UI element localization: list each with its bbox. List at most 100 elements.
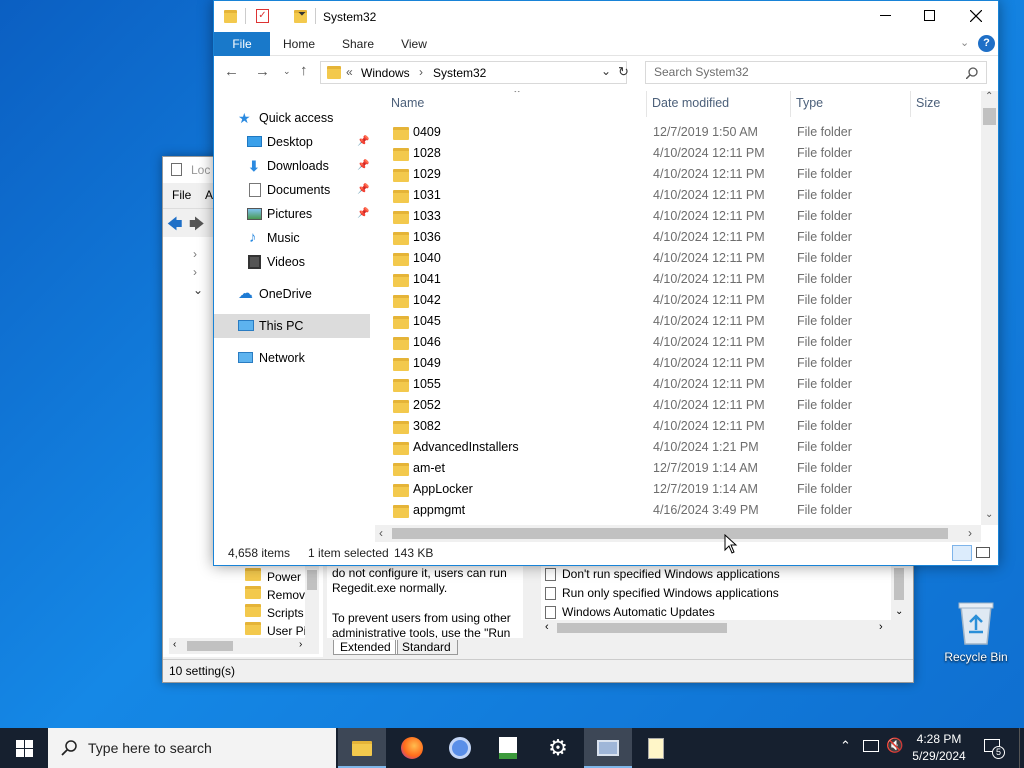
taskbar-spreadsheet[interactable] [484, 728, 532, 768]
vertical-scrollbar[interactable]: ⌃ ⌄ [981, 91, 998, 525]
title-bar[interactable]: ✓ ⏷ System32 [214, 1, 998, 32]
file-row[interactable]: 1042 4/10/2024 12:11 PM File folder [382, 290, 982, 311]
file-row[interactable]: 2052 4/10/2024 12:11 PM File folder [382, 395, 982, 416]
tree-expand-icon[interactable]: › [193, 265, 197, 279]
scroll-left-icon[interactable]: ‹ [379, 526, 383, 540]
recent-locations-icon[interactable]: ⌄ [283, 66, 291, 77]
nav-pictures[interactable]: Pictures 📌 [214, 202, 374, 226]
column-name[interactable]: Name [391, 96, 424, 110]
volume-muted-icon[interactable]: 🔇 [886, 737, 903, 754]
taskbar-settings[interactable]: ⚙ [534, 728, 582, 768]
forward-icon[interactable]: → [255, 63, 270, 80]
taskbar-firefox[interactable] [388, 728, 436, 768]
file-row[interactable]: 3082 4/10/2024 12:11 PM File folder [382, 416, 982, 437]
bg-settings-scroll-h[interactable]: ‹ › [541, 620, 899, 636]
scroll-down-icon[interactable]: ⌄ [985, 509, 993, 520]
bg-menu-action[interactable]: A [205, 188, 213, 202]
scroll-thumb[interactable] [392, 528, 948, 539]
file-row[interactable]: 1031 4/10/2024 12:11 PM File folder [382, 185, 982, 206]
bg-menu-file[interactable]: File [172, 188, 191, 202]
tab-home[interactable]: Home [276, 32, 322, 56]
pin-icon[interactable]: 📌 [357, 154, 369, 178]
up-icon[interactable]: ↑ [300, 62, 308, 79]
column-divider[interactable] [910, 91, 911, 117]
file-row[interactable]: appmgmt 4/16/2024 3:49 PM File folder [382, 500, 982, 521]
start-button[interactable] [0, 728, 48, 768]
file-row[interactable]: 0409 12/7/2019 1:50 AM File folder [382, 122, 982, 143]
back-icon[interactable]: ← [224, 63, 239, 80]
bg-back-icon[interactable]: 🡄 [167, 214, 183, 239]
scroll-up-icon[interactable]: ⌃ [985, 91, 993, 102]
properties-icon[interactable]: ✓ [256, 9, 269, 23]
system-clock[interactable]: 4:28 PM 5/29/2024 [906, 731, 972, 765]
nav-music[interactable]: ♪ Music [214, 226, 374, 250]
nav-quick-access[interactable]: ★ Quick access [214, 106, 374, 130]
file-row[interactable]: AppLocker 12/7/2019 1:14 AM File folder [382, 479, 982, 500]
taskbar-file-explorer[interactable] [338, 728, 386, 768]
taskbar-group-policy[interactable] [584, 728, 632, 768]
file-row[interactable]: am-et 12/7/2019 1:14 AM File folder [382, 458, 982, 479]
breadcrumb-windows[interactable]: Windows [361, 66, 410, 80]
breadcrumb-system32[interactable]: System32 [433, 66, 486, 80]
nav-onedrive[interactable]: ☁ OneDrive [214, 282, 374, 306]
file-row[interactable]: 1036 4/10/2024 12:11 PM File folder [382, 227, 982, 248]
expand-ribbon-icon[interactable]: ⌄ [960, 36, 969, 49]
taskbar-notepad[interactable] [632, 728, 680, 768]
nav-this-pc[interactable]: This PC [214, 314, 370, 338]
taskbar-search-box[interactable]: Type here to search [48, 728, 336, 768]
minimize-icon[interactable] [880, 15, 891, 16]
recycle-bin[interactable]: Recycle Bin [938, 600, 1014, 672]
file-row[interactable]: 1055 4/10/2024 12:11 PM File folder [382, 374, 982, 395]
file-row[interactable]: AdvancedInstallers 4/10/2024 1:21 PM File … [382, 437, 982, 458]
tab-standard[interactable]: Standard [395, 640, 458, 655]
address-dropdown-icon[interactable]: ⌄ [601, 64, 611, 78]
maximize-icon[interactable] [924, 10, 935, 21]
setting-row[interactable]: Don't run specified Windows applications [543, 566, 883, 584]
tab-extended[interactable]: Extended [333, 640, 398, 655]
file-row[interactable]: 1040 4/10/2024 12:11 PM File folder [382, 248, 982, 269]
bg-tree-scroll-v[interactable] [305, 566, 319, 638]
pin-icon[interactable]: 📌 [357, 130, 369, 154]
bg-tree-scroll-h[interactable]: ‹ › [169, 638, 319, 654]
scroll-right-icon[interactable]: › [968, 526, 972, 540]
horizontal-scrollbar[interactable]: ‹ › [375, 525, 981, 542]
search-input[interactable]: Search System32 [645, 61, 987, 84]
show-hidden-icons-icon[interactable]: ⌃ [840, 738, 851, 754]
network-tray-icon[interactable] [863, 740, 879, 752]
large-icons-view-icon[interactable] [976, 547, 990, 558]
tab-share[interactable]: Share [334, 32, 382, 56]
nav-downloads[interactable]: ⬇ Downloads 📌 [214, 154, 374, 178]
column-type[interactable]: Type [796, 96, 823, 110]
file-row[interactable]: 1049 4/10/2024 12:11 PM File folder [382, 353, 982, 374]
help-icon[interactable]: ? [978, 35, 995, 52]
bg-settings-scroll-v[interactable]: ⌄ [891, 566, 907, 622]
setting-row[interactable]: Run only specified Windows applications [543, 585, 883, 603]
file-row[interactable]: 1046 4/10/2024 12:11 PM File folder [382, 332, 982, 353]
file-row[interactable]: 1033 4/10/2024 12:11 PM File folder [382, 206, 982, 227]
nav-desktop[interactable]: Desktop 📌 [214, 130, 374, 154]
pin-icon[interactable]: 📌 [357, 178, 369, 202]
nav-videos[interactable]: Videos [214, 250, 374, 274]
column-date-modified[interactable]: Date modified [652, 96, 729, 110]
refresh-icon[interactable]: ↻ [618, 64, 629, 80]
tree-collapse-icon[interactable]: ⌄ [193, 283, 203, 297]
action-center-button[interactable]: 5 [982, 737, 1006, 759]
breadcrumb-overflow[interactable]: « [346, 65, 353, 79]
address-bar[interactable]: « Windows › System32 ⌄ ↻ [320, 61, 629, 84]
file-explorer-window[interactable]: ✓ ⏷ System32 File Home Share View ⌄ ? ← … [213, 0, 999, 566]
file-row[interactable]: 1029 4/10/2024 12:11 PM File folder [382, 164, 982, 185]
taskbar-chromium[interactable] [436, 728, 484, 768]
customize-qat-icon[interactable]: ⏷ [298, 9, 306, 20]
file-row[interactable]: 1045 4/10/2024 12:11 PM File folder [382, 311, 982, 332]
pin-icon[interactable]: 📌 [357, 202, 369, 226]
tree-expand-icon[interactable]: › [193, 247, 197, 261]
close-icon[interactable] [970, 10, 982, 22]
file-row[interactable]: 1028 4/10/2024 12:11 PM File folder [382, 143, 982, 164]
tab-file[interactable]: File [214, 32, 270, 56]
file-row[interactable]: 1041 4/10/2024 12:11 PM File folder [382, 269, 982, 290]
scroll-thumb[interactable] [983, 108, 996, 125]
column-divider[interactable] [790, 91, 791, 117]
details-view-icon[interactable] [952, 545, 972, 561]
column-divider[interactable] [646, 91, 647, 117]
breadcrumb-separator-icon[interactable]: › [419, 65, 423, 79]
